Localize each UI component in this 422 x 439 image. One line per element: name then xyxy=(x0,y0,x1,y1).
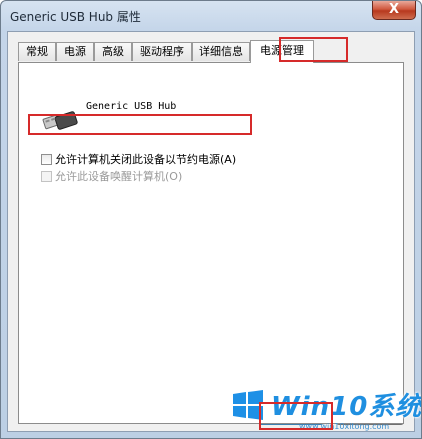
tab-power[interactable]: 电源 xyxy=(56,42,94,61)
tab-power-management[interactable]: 电源管理 xyxy=(250,40,314,63)
tab-strip: 常规 电源 高级 驱动程序 详细信息 电源管理 xyxy=(18,40,408,63)
tab-general[interactable]: 常规 xyxy=(18,42,56,61)
watermark: Win10系统 www.win10xitong.com xyxy=(231,384,421,438)
allow-power-off-label[interactable]: 允许计算机关闭此设备以节约电源(A) xyxy=(55,151,236,167)
allow-wake-checkbox xyxy=(41,170,52,182)
usb-plug-icon xyxy=(42,111,78,130)
tab-advanced[interactable]: 高级 xyxy=(94,42,132,61)
windows-logo-icon xyxy=(233,390,263,420)
allow-wake-label: 允许此设备唤醒计算机(O) xyxy=(55,170,183,183)
device-name: Generic USB Hub xyxy=(86,101,177,112)
window-title: Generic USB Hub 属性 xyxy=(10,10,141,24)
tab-details[interactable]: 详细信息 xyxy=(192,42,250,61)
title-bar[interactable]: Generic USB Hub 属性 X xyxy=(1,1,421,31)
close-button[interactable]: X xyxy=(372,1,416,20)
watermark-url: www.win10xitong.com xyxy=(299,422,390,431)
allow-power-off-checkbox[interactable] xyxy=(41,153,52,165)
properties-window: Generic USB Hub 属性 X 常规 电源 高级 驱动程序 详细信息 … xyxy=(0,0,422,439)
tab-panel-power-management: Generic USB Hub 允许计算机关闭此设备以节约电源(A) 允许此设备… xyxy=(18,62,404,424)
watermark-brand: Win10系统 xyxy=(271,392,422,422)
tab-driver[interactable]: 驱动程序 xyxy=(132,42,192,61)
dialog-client-area: 常规 电源 高级 驱动程序 详细信息 电源管理 Generic USB Hub … xyxy=(7,31,415,432)
allow-power-off-option[interactable]: 允许计算机关闭此设备以节约电源(A) xyxy=(41,151,236,167)
allow-wake-option: 允许此设备唤醒计算机(O) xyxy=(41,168,182,184)
